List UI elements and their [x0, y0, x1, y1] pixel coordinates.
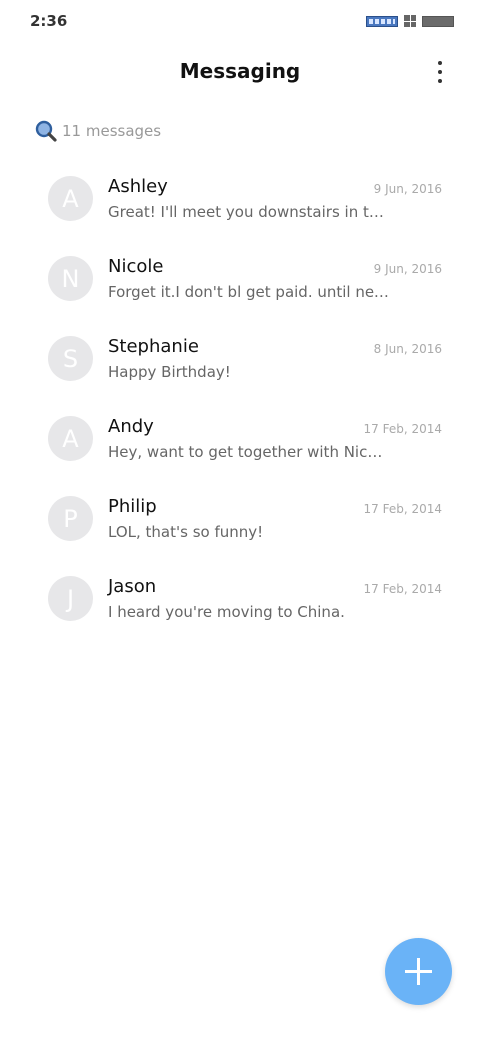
message-preview: LOL, that's so funny! — [108, 523, 264, 541]
message-date: 17 Feb, 2014 — [363, 422, 443, 436]
message-count: 11 messages — [62, 122, 162, 140]
message-date: 9 Jun, 2016 — [373, 182, 442, 196]
message-preview: Great! I'll meet you downstairs in ten m… — [108, 203, 390, 221]
search-icon — [35, 120, 57, 142]
conversation-item[interactable]: A Ashley 9 Jun, 2016 Great! I'll meet yo… — [0, 160, 480, 240]
avatar: N — [48, 256, 93, 301]
status-time: 2:36 — [30, 12, 68, 30]
message-preview: Hey, want to get together with Nicole to… — [108, 443, 390, 461]
status-bar: 2:36 — [0, 0, 480, 44]
message-preview: Forget it.I don't bl get paid. until nex… — [108, 283, 390, 301]
message-date: 9 Jun, 2016 — [373, 262, 442, 276]
battery-icon — [422, 15, 454, 27]
conversation-list: A Ashley 9 Jun, 2016 Great! I'll meet yo… — [0, 160, 480, 640]
conversation-item[interactable]: N Nicole 9 Jun, 2016 Forget it.I don't b… — [0, 240, 480, 320]
page-title: Messaging — [179, 59, 301, 83]
message-date: 8 Jun, 2016 — [373, 342, 442, 356]
conversation-item[interactable]: A Andy 17 Feb, 2014 Hey, want to get tog… — [0, 400, 480, 480]
signal-icon — [366, 15, 398, 27]
conversation-item[interactable]: J Jason 17 Feb, 2014 I heard you're movi… — [0, 560, 480, 640]
status-icons — [366, 15, 454, 27]
search-bar[interactable]: 11 messages — [34, 118, 161, 144]
message-date: 17 Feb, 2014 — [363, 502, 443, 516]
conversation-item[interactable]: P Philip 17 Feb, 2014 LOL, that's so fun… — [0, 480, 480, 560]
contact-name: Nicole — [108, 256, 164, 277]
contact-name: Jason — [108, 576, 157, 597]
grid-icon — [404, 15, 416, 27]
message-preview: I heard you're moving to China. — [108, 603, 345, 621]
contact-name: Stephanie — [108, 336, 199, 357]
avatar: P — [48, 496, 93, 541]
contact-name: Philip — [108, 496, 157, 517]
avatar: A — [48, 416, 93, 461]
contact-name: Andy — [108, 416, 154, 437]
app-header: Messaging — [0, 50, 480, 94]
avatar: A — [48, 176, 93, 221]
contact-name: Ashley — [108, 176, 168, 197]
avatar: J — [48, 576, 93, 621]
compose-button[interactable] — [385, 938, 452, 1005]
conversation-item[interactable]: S Stephanie 8 Jun, 2016 Happy Birthday! — [0, 320, 480, 400]
message-preview: Happy Birthday! — [108, 363, 231, 381]
more-options-icon[interactable] — [428, 58, 452, 86]
message-date: 17 Feb, 2014 — [363, 582, 443, 596]
avatar: S — [48, 336, 93, 381]
